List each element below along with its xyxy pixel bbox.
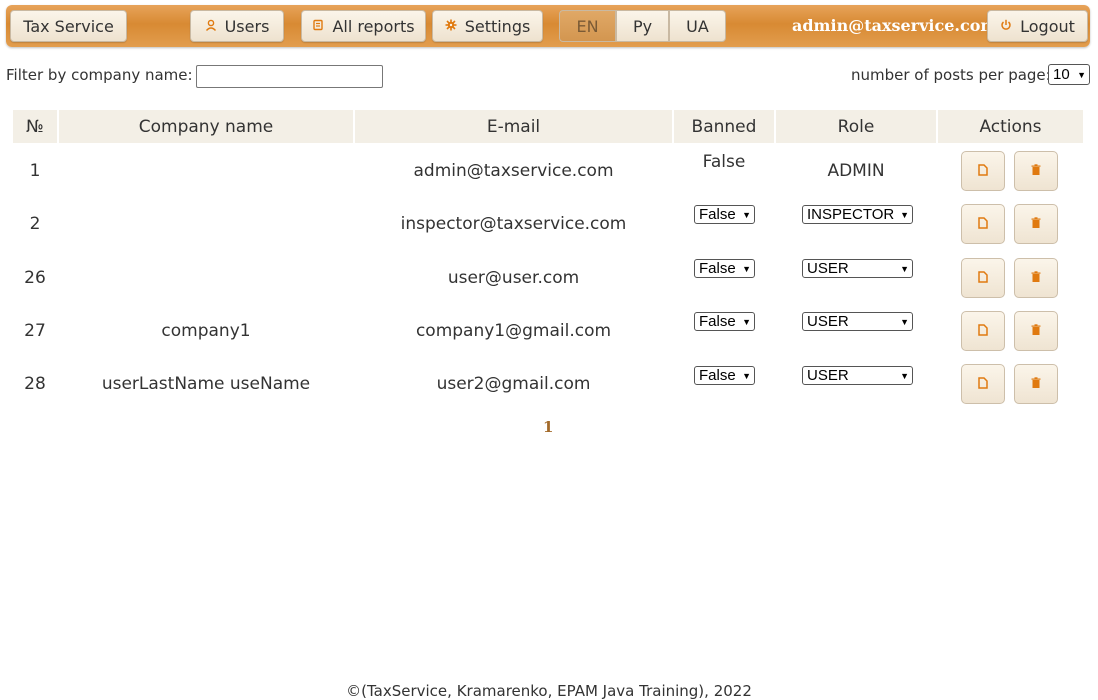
document-icon — [978, 324, 988, 338]
column-header-email: E-mail — [355, 110, 672, 143]
footer-copyright: ©(TaxService, Kramarenko, EPAM Java Trai… — [346, 682, 752, 700]
row-role-text: ADMIN — [827, 161, 885, 181]
reports-icon — [312, 19, 324, 33]
brand-button[interactable]: Tax Service — [10, 10, 127, 42]
trash-icon — [1031, 217, 1041, 231]
column-header-actions: Actions — [938, 110, 1083, 143]
edit-button[interactable] — [961, 151, 1005, 191]
column-header-banned: Banned — [674, 110, 774, 143]
column-header-number: № — [13, 110, 57, 143]
trash-icon — [1031, 164, 1041, 178]
chevron-down-icon: ▼ — [900, 209, 909, 220]
company-filter-input[interactable] — [196, 65, 383, 88]
logout-button[interactable]: Logout — [987, 10, 1088, 42]
row-number: 28 — [24, 374, 46, 394]
settings-button[interactable]: Settings — [432, 10, 543, 42]
user-icon — [205, 19, 217, 33]
chevron-down-icon: ▼ — [1077, 69, 1086, 80]
role-select[interactable]: USER ▼ — [802, 312, 913, 331]
lang-ua-button[interactable]: UA — [669, 10, 726, 42]
chevron-down-icon: ▼ — [900, 370, 909, 381]
document-icon — [978, 377, 988, 391]
brand-label: Tax Service — [23, 16, 114, 36]
banned-select[interactable]: False ▼ — [694, 205, 755, 224]
users-button[interactable]: Users — [190, 10, 284, 42]
row-company: userLastName useName — [101, 374, 311, 394]
all-reports-button[interactable]: All reports — [301, 10, 426, 42]
row-banned-text: False — [702, 152, 746, 172]
chevron-down-icon: ▼ — [742, 263, 751, 274]
language-switcher: EN Py UA — [559, 10, 726, 42]
row-email: user2@gmail.com — [436, 374, 591, 394]
chevron-down-icon: ▼ — [742, 370, 751, 381]
delete-button[interactable] — [1014, 258, 1058, 298]
banned-select[interactable]: False ▼ — [694, 312, 755, 331]
row-number: 26 — [24, 268, 46, 288]
all-reports-label: All reports — [332, 16, 415, 36]
lang-ru-label: Py — [632, 16, 653, 36]
delete-button[interactable] — [1014, 311, 1058, 351]
chevron-down-icon: ▼ — [900, 263, 909, 274]
edit-button[interactable] — [961, 258, 1005, 298]
row-number: 1 — [29, 161, 41, 181]
edit-button[interactable] — [961, 204, 1005, 244]
top-navbar: Tax Service Users All reports Settings E… — [6, 5, 1090, 47]
row-email: company1@gmail.com — [415, 321, 612, 341]
row-number: 2 — [29, 214, 41, 234]
banned-select[interactable]: False ▼ — [694, 259, 755, 278]
role-select[interactable]: USER ▼ — [802, 259, 913, 278]
document-icon — [978, 164, 988, 178]
lang-en-button[interactable]: EN — [559, 10, 616, 42]
power-icon — [1000, 19, 1012, 33]
row-email: user@user.com — [447, 268, 580, 288]
delete-button[interactable] — [1014, 151, 1058, 191]
document-icon — [978, 271, 988, 285]
lang-ua-label: UA — [686, 16, 709, 36]
delete-button[interactable] — [1014, 364, 1058, 404]
lang-en-label: EN — [576, 16, 599, 36]
filter-label: Filter by company name: — [6, 66, 193, 84]
row-number: 27 — [24, 321, 46, 341]
edit-button[interactable] — [961, 311, 1005, 351]
posts-per-page-label: number of posts per page: — [851, 66, 1051, 84]
trash-icon — [1031, 271, 1041, 285]
delete-button[interactable] — [1014, 204, 1058, 244]
row-company: company1 — [161, 321, 251, 341]
logout-label: Logout — [1020, 16, 1075, 36]
column-header-company: Company name — [59, 110, 353, 143]
gear-icon — [445, 19, 457, 33]
column-header-role: Role — [776, 110, 936, 143]
banned-select[interactable]: False ▼ — [694, 366, 755, 385]
row-email: admin@taxservice.com — [413, 161, 614, 181]
chevron-down-icon: ▼ — [742, 209, 751, 220]
role-select[interactable]: USER ▼ — [802, 366, 913, 385]
chevron-down-icon: ▼ — [900, 316, 909, 327]
row-email: inspector@taxservice.com — [400, 214, 627, 234]
role-select[interactable]: INSPECTOR ▼ — [802, 205, 913, 224]
current-user-email: admin@taxservice.com — [792, 16, 998, 35]
document-icon — [978, 217, 988, 231]
chevron-down-icon: ▼ — [742, 316, 751, 327]
settings-label: Settings — [464, 16, 531, 36]
posts-per-page-value: 10 — [1053, 66, 1070, 83]
trash-icon — [1031, 377, 1041, 391]
posts-per-page-select[interactable]: 10 ▼ — [1048, 64, 1090, 85]
users-label: Users — [224, 16, 270, 36]
trash-icon — [1031, 324, 1041, 338]
lang-ru-button[interactable]: Py — [616, 10, 669, 42]
edit-button[interactable] — [961, 364, 1005, 404]
pagination-page-link[interactable]: 1 — [543, 418, 553, 436]
